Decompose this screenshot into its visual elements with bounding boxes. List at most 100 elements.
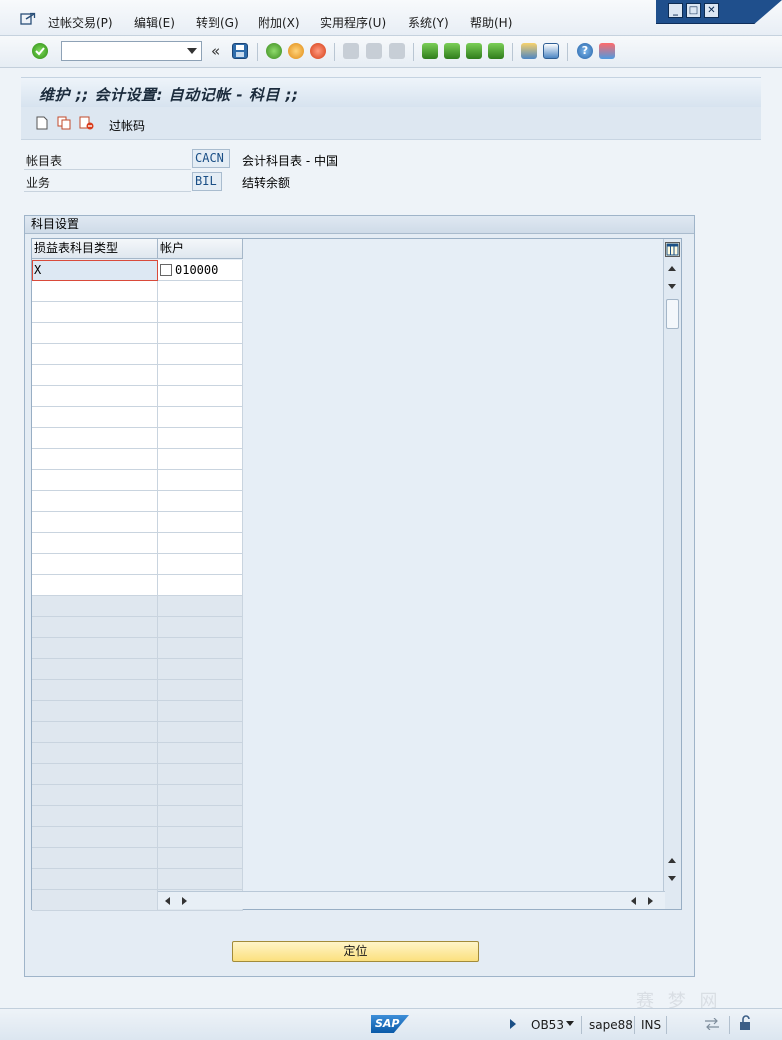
save-icon[interactable] [232,43,248,59]
chart-of-accounts-field[interactable]: CACN [192,149,230,168]
value-help-icon[interactable] [160,264,172,276]
cell-account[interactable] [158,638,243,659]
cell-account[interactable] [158,407,243,428]
cell-account[interactable] [158,449,243,470]
cell-pl-type[interactable] [32,491,158,512]
cell-account[interactable] [158,701,243,722]
cell-pl-type[interactable] [32,785,158,806]
cell-account[interactable] [158,680,243,701]
scroll-page-down-icon[interactable] [668,876,676,881]
cell-pl-type[interactable] [32,848,158,869]
cell-account[interactable] [158,659,243,680]
cell-account[interactable] [158,554,243,575]
first-page-icon[interactable] [422,43,438,59]
cell-pl-type[interactable] [32,365,158,386]
vertical-scrollbar[interactable] [663,239,681,909]
horizontal-scrollbar[interactable] [158,891,665,909]
cell-pl-type[interactable] [32,806,158,827]
column-header-account[interactable]: 帐户 [158,239,243,259]
scroll-page-up-icon[interactable] [668,858,676,863]
cell-account[interactable] [158,575,243,596]
previous-page-icon[interactable] [444,43,460,59]
cell-pl-type[interactable] [32,659,158,680]
locate-button[interactable]: 定位 [232,941,479,962]
scroll-left-icon[interactable] [165,897,170,905]
transaction-code[interactable]: OB53 [531,1018,564,1032]
column-settings-icon[interactable] [665,242,680,257]
menu-help[interactable]: 帮助(H) [470,14,512,31]
cell-pl-type[interactable] [32,764,158,785]
cell-pl-type[interactable] [32,512,158,533]
scroll-right-icon[interactable] [182,897,187,905]
command-field[interactable] [61,41,202,61]
help-icon[interactable]: ? [577,43,593,59]
cell-account[interactable] [158,302,243,323]
cell-pl-type[interactable] [32,344,158,365]
menu-posting-transaction[interactable]: 过帐交易(P) [48,14,113,31]
cell-pl-type[interactable] [32,680,158,701]
cell-pl-type[interactable] [32,596,158,617]
cell-account[interactable] [158,764,243,785]
menu-extras[interactable]: 附加(X) [258,14,300,31]
scroll-thumb[interactable] [666,299,679,329]
cell-account[interactable] [158,386,243,407]
menu-edit[interactable]: 编辑(E) [134,14,175,31]
cell-account[interactable] [158,785,243,806]
enter-check-icon[interactable] [32,43,48,59]
cell-account[interactable] [158,323,243,344]
column-header-pl-type[interactable]: 损益表科目类型 [32,239,158,259]
cell-account[interactable] [158,596,243,617]
cell-pl-type[interactable] [32,638,158,659]
cell-pl-type[interactable] [32,281,158,302]
cancel-icon[interactable] [310,43,326,59]
next-page-icon[interactable] [466,43,482,59]
system-info-dropdown-icon[interactable] [566,1021,574,1026]
new-session-icon[interactable] [521,43,537,59]
insert-mode[interactable]: INS [641,1018,661,1032]
cell-account[interactable] [158,848,243,869]
cell-pl-type[interactable] [32,533,158,554]
copy-icon[interactable] [57,116,71,130]
cell-pl-type[interactable] [32,890,158,911]
cell-account[interactable] [158,344,243,365]
menu-utilities[interactable]: 实用程序(U) [320,14,386,31]
cell-account[interactable] [158,491,243,512]
cell-pl-type[interactable] [32,449,158,470]
cell-pl-type[interactable] [32,407,158,428]
cell-pl-type[interactable] [32,386,158,407]
scroll-right-end-icon[interactable] [648,897,653,905]
close-window-button[interactable]: ✕ [704,3,719,18]
customize-layout-icon[interactable] [599,43,615,59]
scroll-down-icon[interactable] [668,284,676,289]
restore-button[interactable]: □ [686,3,701,18]
last-page-icon[interactable] [488,43,504,59]
exit-icon[interactable] [288,43,304,59]
cell-account[interactable] [158,365,243,386]
history-back-button[interactable]: « [211,42,220,60]
cell-account[interactable] [158,470,243,491]
find-next-icon[interactable] [389,43,405,59]
menu-exit-icon[interactable] [20,12,36,26]
cell-account[interactable] [158,533,243,554]
status-expand-icon[interactable] [510,1019,516,1029]
transaction-field[interactable]: BIL [192,172,222,191]
cell-account[interactable] [158,827,243,848]
cell-pl-type[interactable] [32,617,158,638]
lock-icon[interactable] [739,1015,753,1031]
scroll-left-end-icon[interactable] [631,897,636,905]
cell-account[interactable] [158,869,243,890]
menu-goto[interactable]: 转到(G) [196,14,239,31]
find-icon[interactable] [366,43,382,59]
cell-account[interactable] [158,512,243,533]
cell-account[interactable] [158,743,243,764]
cell-account[interactable] [158,617,243,638]
print-icon[interactable] [343,43,359,59]
cell-account[interactable] [158,281,243,302]
minimize-button[interactable]: _ [668,3,683,18]
posting-key-button[interactable]: 过帐码 [109,117,145,134]
cell-pl-type[interactable] [32,722,158,743]
shortcut-icon[interactable] [543,43,559,59]
scroll-up-icon[interactable] [668,266,676,271]
cell-account[interactable]: 010000 [158,260,243,281]
cell-pl-type[interactable] [32,827,158,848]
